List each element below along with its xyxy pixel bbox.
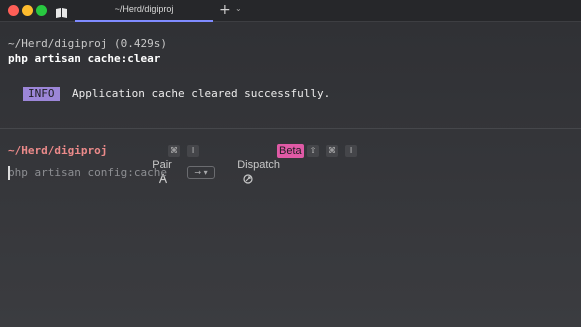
dispatch-label: Dispatch — [237, 159, 281, 171]
dispatch-shortcut-key-shift: ⇧ — [307, 145, 319, 157]
block-command: php artisan cache:clear — [8, 52, 161, 65]
title-bar: ~/Herd/digiproj + ⌄ — [0, 0, 581, 22]
pair-shortcut-key-i: I — [187, 145, 199, 157]
beta-badge: Beta — [277, 144, 304, 158]
book-icon[interactable] — [55, 4, 68, 18]
info-badge: INFO — [23, 87, 60, 101]
block-divider — [0, 128, 581, 129]
block-path-and-duration: ~/Herd/digiproj (0.429s) — [8, 37, 167, 50]
maximize-window-button[interactable] — [36, 5, 47, 16]
dispatch-button[interactable]: Dispatch — [212, 144, 280, 184]
tab-title: ~/Herd/digiproj — [114, 4, 174, 14]
tab-active[interactable]: ~/Herd/digiproj — [75, 0, 213, 22]
text-cursor — [8, 166, 10, 180]
prompt-path: ~/Herd/digiproj — [8, 144, 108, 157]
tab-active-indicator — [75, 20, 213, 22]
pair-button[interactable]: Pair — [127, 144, 172, 184]
command-input[interactable]: php artisan config:cache — [8, 166, 167, 180]
pair-shortcut-key-cmd: ⌘ — [168, 145, 180, 157]
new-tab-button[interactable]: + — [219, 1, 231, 19]
dispatch-shortcut-key-cmd: ⌘ — [326, 145, 338, 157]
output-message: Application cache cleared successfully. — [72, 87, 331, 100]
minimize-window-button[interactable] — [22, 5, 33, 16]
dispatch-shortcut-key-i: I — [345, 145, 357, 157]
terminal-window: ~/Herd/digiproj + ⌄ ~/Herd/digiproj (0.4… — [0, 0, 581, 327]
dispatch-icon — [224, 158, 253, 184]
tab-menu-chevron-icon[interactable]: ⌄ — [235, 4, 242, 13]
close-window-button[interactable] — [8, 5, 19, 16]
accept-suggestion-button[interactable]: → ▾ — [187, 166, 215, 179]
